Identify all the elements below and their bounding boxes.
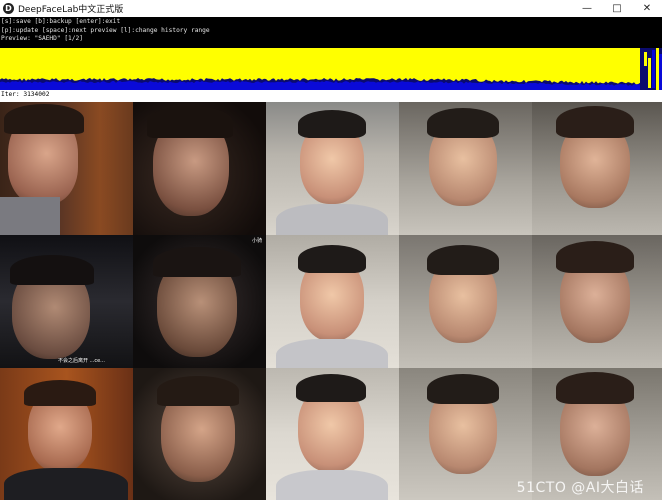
window-title: DeepFaceLab中文正式版 (18, 5, 124, 15)
shirt-dst-3 (276, 470, 388, 500)
subtitle-caption: 不会之后离开 ...ce... (58, 358, 105, 364)
hair-dst-3 (296, 374, 366, 402)
corner-caption: 小骑 (251, 238, 262, 244)
hair-src-2 (10, 255, 94, 285)
shirt-dst-1 (276, 204, 388, 235)
preview-src-pred-2: 小骑 (133, 235, 266, 368)
loss-spike-2 (652, 50, 655, 88)
hair-dst-pred-2 (427, 245, 499, 275)
shirt-dst-2 (276, 339, 388, 368)
app-icon: D (3, 3, 14, 14)
preview-dst-pred-1 (399, 102, 532, 235)
loss-spike-3 (656, 48, 659, 90)
preview-grid: 不会之后离开 ...ce... 小骑 (0, 102, 662, 500)
loss-spike-0 (644, 52, 647, 66)
hair-dst-pred-1 (427, 108, 499, 138)
loss-history-graph (0, 48, 662, 90)
hair-src-pred-3 (157, 376, 239, 406)
deepfacelab-window: D DeepFaceLab中文正式版 — □ ✕ [s]:save [b]:ba… (0, 0, 662, 500)
loss-src-band (0, 48, 640, 85)
title-bar[interactable]: D DeepFaceLab中文正式版 — □ ✕ (0, 0, 662, 17)
preview-swap-1 (532, 102, 662, 235)
preview-src-pred-3 (133, 368, 266, 500)
shirt-src-1 (0, 197, 60, 235)
hair-dst-2 (298, 245, 366, 273)
console-line-update: [p]:update [space]:next preview [l]:chan… (1, 26, 210, 34)
hair-swap-3 (556, 372, 634, 404)
hair-swap-1 (556, 106, 634, 138)
preview-src-1 (0, 102, 133, 235)
preview-dst-2 (266, 235, 399, 368)
preview-src-3 (0, 368, 133, 500)
loss-history-svg (0, 48, 662, 90)
hair-swap-2 (556, 241, 634, 273)
preview-dst-pred-3 (399, 368, 532, 500)
preview-swap-2 (532, 235, 662, 368)
console-line-save: [s]:save [b]:backup [enter]:exit (1, 18, 121, 25)
suit-src-3 (4, 468, 128, 500)
console-line-preview: Preview: "SAEHD" [1/2] (1, 35, 83, 43)
close-icon[interactable]: ✕ (632, 0, 662, 17)
preview-dst-pred-2 (399, 235, 532, 368)
preview-src-pred-1 (133, 102, 266, 235)
preview-dst-3 (266, 368, 399, 500)
watermark: 51CTO @AI大白话 (516, 480, 644, 496)
hair-src-pred-2 (153, 247, 241, 277)
maximize-icon[interactable]: □ (602, 0, 632, 17)
loss-spike-1 (648, 58, 651, 88)
hair-dst-pred-3 (427, 374, 499, 404)
hair-dst-1 (298, 110, 366, 138)
iteration-counter: Iter: 3134002 (0, 90, 662, 102)
hair-src-pred-1 (147, 106, 233, 138)
preview-dst-1 (266, 102, 399, 235)
console-help: [s]:save [b]:backup [enter]:exit [p]:upd… (0, 17, 662, 48)
window-controls: — □ ✕ (572, 0, 662, 17)
hair-src-1 (4, 104, 84, 134)
hair-src-3 (24, 380, 96, 406)
preview-src-2: 不会之后离开 ...ce... (0, 235, 133, 368)
minimize-icon[interactable]: — (572, 0, 602, 17)
